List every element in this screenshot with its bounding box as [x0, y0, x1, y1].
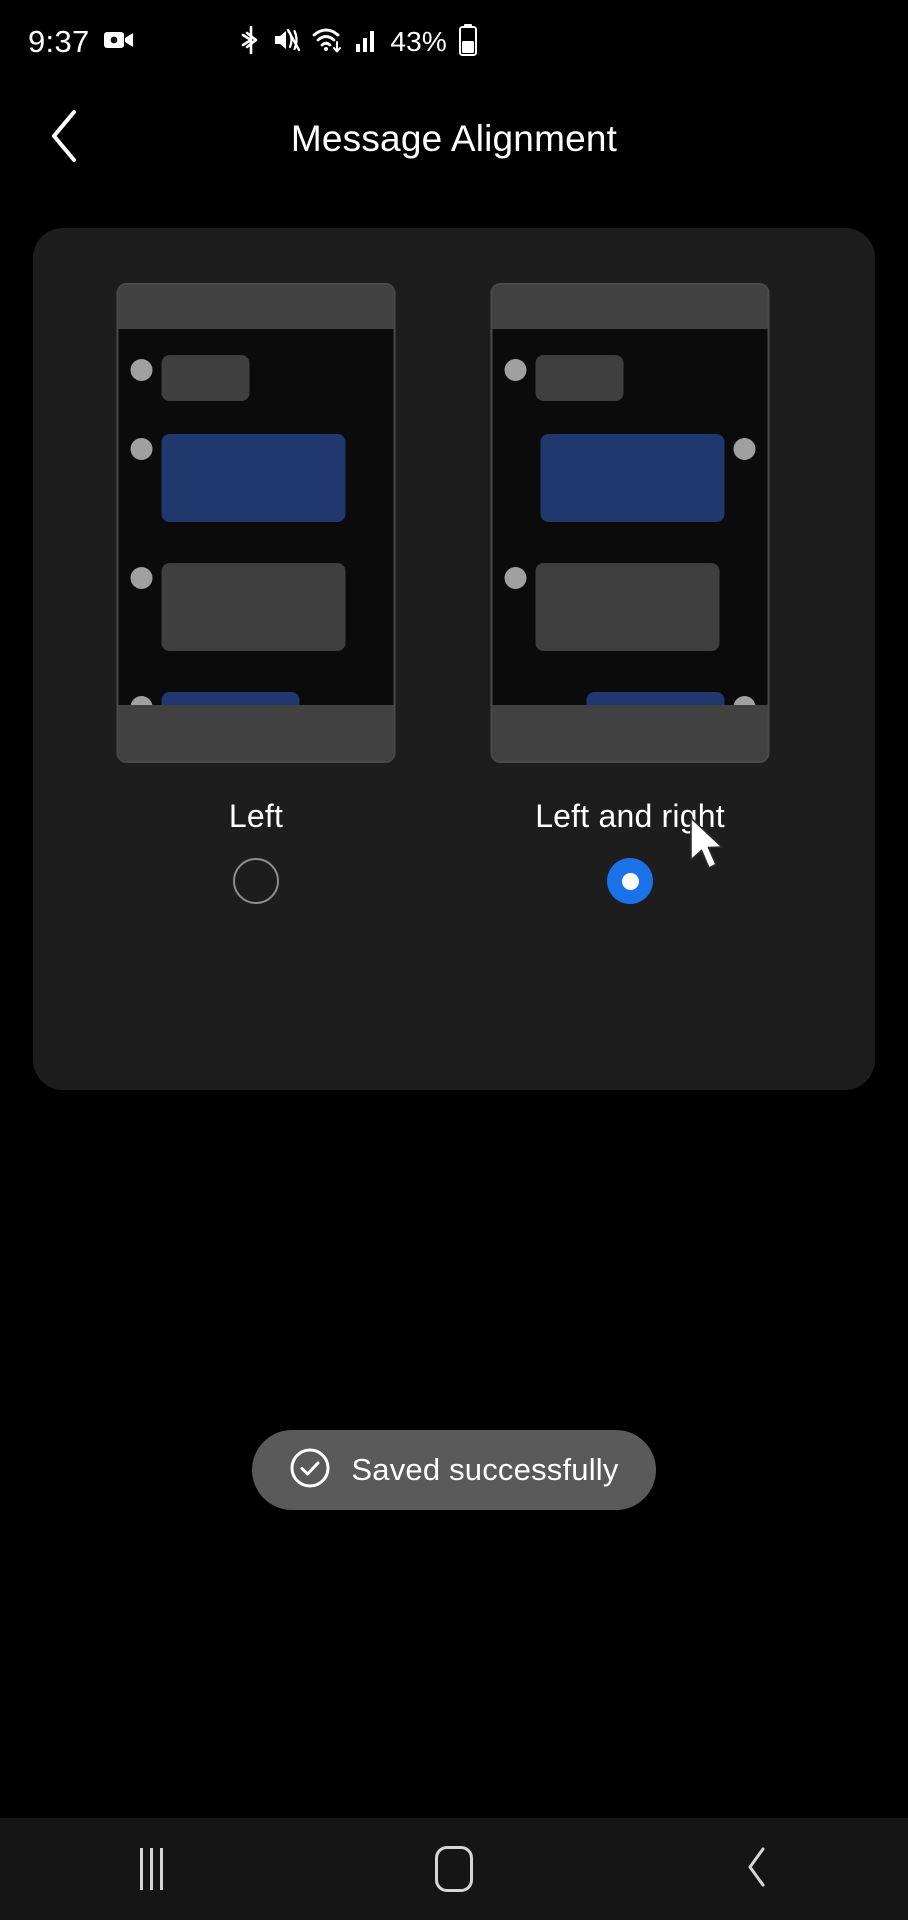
battery-icon	[458, 23, 478, 61]
radio-left[interactable]	[233, 858, 279, 904]
option-left[interactable]: Left	[71, 228, 441, 1090]
radio-wrap-left[interactable]	[71, 858, 441, 904]
avatar	[733, 438, 756, 460]
preview-message-row	[493, 563, 768, 651]
nav-recents-button[interactable]	[0, 1818, 303, 1920]
preview-message-area	[119, 329, 394, 736]
toast-saved: Saved successfully	[252, 1430, 656, 1510]
status-clock: 9:37	[28, 24, 90, 59]
preview-message-row	[493, 434, 768, 522]
preview-message-row	[493, 355, 768, 401]
avatar	[130, 438, 153, 460]
phone-screen: 9:37 43% Message Alignment Left Left and…	[0, 0, 908, 1920]
preview-message-row	[119, 434, 394, 522]
status-bar-left: 9:37	[28, 0, 134, 84]
option-label-left-and-right: Left and right	[535, 798, 725, 834]
avatar	[130, 567, 153, 589]
system-navigation-bar	[0, 1818, 908, 1920]
app-header: Message Alignment	[0, 84, 908, 194]
preview-phone-left-and-right	[490, 283, 770, 763]
message-bubble	[161, 355, 250, 401]
avatar	[130, 359, 153, 381]
cellular-signal-icon	[355, 27, 379, 58]
nav-home-button[interactable]	[303, 1818, 606, 1920]
preview-topbar	[118, 285, 394, 329]
recents-icon	[139, 1848, 163, 1890]
preview-message-area	[493, 329, 768, 736]
message-bubble	[161, 434, 346, 522]
message-bubble	[535, 563, 720, 651]
wifi-icon	[312, 26, 344, 59]
previews-container: Left Left and right	[33, 228, 875, 1090]
volume-mute-icon	[273, 26, 301, 59]
page-title: Message Alignment	[290, 118, 618, 159]
chevron-left-icon	[744, 1846, 770, 1893]
status-bar-right: 43%	[240, 0, 478, 84]
preview-bottombar	[118, 705, 394, 761]
option-left-and-right[interactable]: Left and right	[445, 228, 815, 1090]
check-circle-icon	[289, 1447, 331, 1494]
radio-left-and-right[interactable]	[607, 858, 653, 904]
radio-wrap-left-and-right[interactable]	[445, 858, 815, 904]
option-label-left: Left	[228, 798, 284, 834]
preview-topbar	[492, 285, 768, 329]
nav-back-button[interactable]	[605, 1818, 908, 1920]
message-bubble	[540, 434, 725, 522]
battery-percent-label: 43%	[390, 26, 447, 57]
preview-message-row	[119, 563, 394, 651]
home-icon	[435, 1846, 473, 1892]
preview-message-row	[119, 355, 394, 401]
toast-message: Saved successfully	[351, 1452, 619, 1487]
message-bubble	[535, 355, 624, 401]
avatar	[504, 567, 527, 589]
message-bubble	[161, 563, 346, 651]
preview-phone-left	[116, 283, 396, 763]
preview-bottombar	[492, 705, 768, 761]
avatar	[504, 359, 527, 381]
status-bar: 9:37 43%	[0, 0, 908, 84]
screen-recorder-icon	[103, 29, 134, 56]
bluetooth-icon	[240, 25, 262, 60]
alignment-options-card: Left Left and right	[33, 228, 875, 1090]
mouse-cursor	[688, 816, 734, 881]
